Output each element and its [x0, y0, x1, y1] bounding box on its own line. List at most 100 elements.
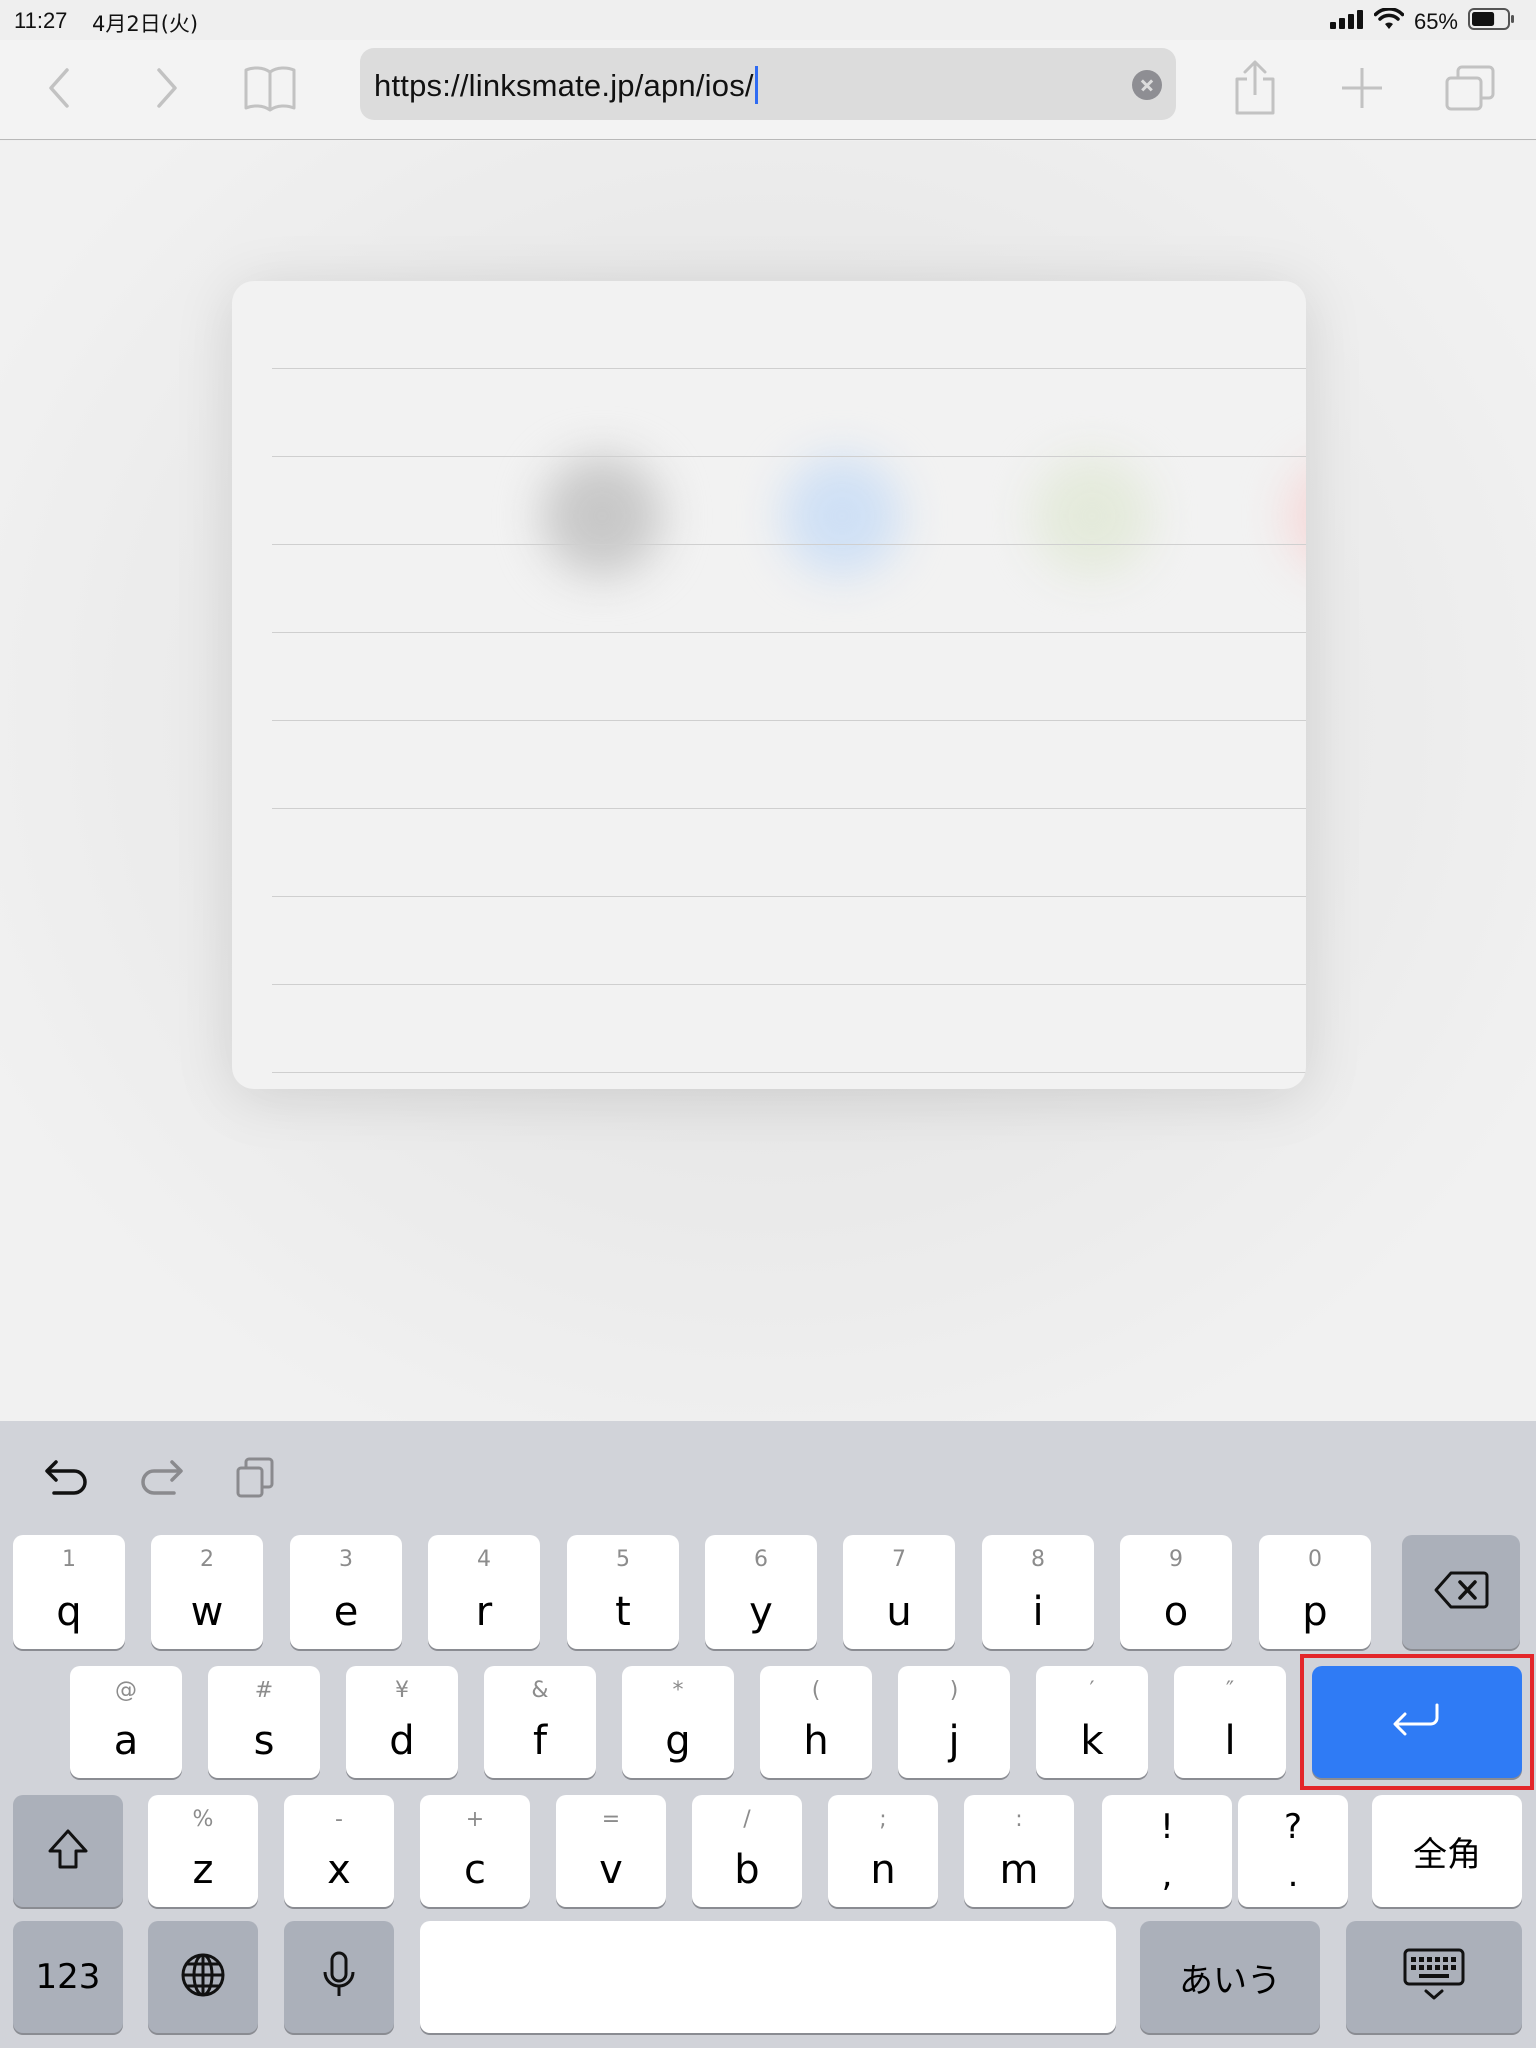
tabs-icon[interactable] [1440, 58, 1500, 118]
letter-key-z[interactable]: % z [148, 1795, 258, 1907]
key-alt-label: / [743, 1807, 751, 1832]
clear-text-icon[interactable] [1132, 70, 1162, 100]
letter-key-f[interactable]: & f [484, 1666, 596, 1778]
fullwidth-key[interactable]: 全角 [1372, 1795, 1522, 1907]
punctuation-key-question[interactable]: ? . [1238, 1795, 1348, 1907]
list-divider [272, 544, 1306, 545]
key-letter-label: t [615, 1589, 631, 1635]
key-alt-label: 7 [892, 1547, 906, 1572]
list-divider [272, 1072, 1306, 1073]
letter-key-q[interactable]: 1q [13, 1535, 125, 1649]
key-letter-label: f [532, 1718, 548, 1764]
key-bottom-label: , [1161, 1855, 1173, 1895]
letter-key-c[interactable]: + c [420, 1795, 530, 1907]
letter-key-v[interactable]: = v [556, 1795, 666, 1907]
shift-key[interactable] [13, 1795, 123, 1907]
favorite-site-icon[interactable] [782, 456, 902, 576]
kana-label: あいう [1179, 1960, 1281, 2001]
letter-key-m[interactable]: :m [964, 1795, 1074, 1907]
key-letter-label: o [1163, 1589, 1189, 1635]
letter-key-r[interactable]: 4r [428, 1535, 540, 1649]
letter-key-u[interactable]: 7u [843, 1535, 955, 1649]
favorite-site-icon[interactable] [1032, 456, 1152, 576]
globe-key[interactable] [148, 1921, 258, 2033]
key-letter-label: z [192, 1847, 214, 1893]
key-letter-label: d [389, 1718, 415, 1764]
punctuation-key-exclaim[interactable]: ! , [1102, 1795, 1232, 1907]
key-alt-label: # [254, 1678, 274, 1703]
letter-key-t[interactable]: 5t [567, 1535, 679, 1649]
key-letter-label: w [190, 1589, 224, 1635]
fullwidth-label: 全角 [1413, 1834, 1481, 1875]
key-letter-label: y [749, 1589, 773, 1635]
letter-key-s[interactable]: # s [208, 1666, 320, 1778]
globe-icon [179, 1951, 227, 2004]
key-letter-label: u [886, 1589, 912, 1635]
favorite-site-icon[interactable] [542, 456, 662, 576]
letter-key-h[interactable]: (h [760, 1666, 872, 1778]
numbers-key[interactable]: 123 [13, 1921, 123, 2033]
list-divider [272, 808, 1306, 809]
status-bar: 11:27 4月2日(火) 65% [0, 0, 1536, 40]
list-divider [272, 984, 1306, 985]
keyboard-dismiss-key[interactable] [1346, 1921, 1522, 2033]
letter-key-g[interactable]: * g [622, 1666, 734, 1778]
letter-key-b[interactable]: / b [692, 1795, 802, 1907]
key-alt-label: 1 [62, 1547, 76, 1572]
letter-key-o[interactable]: 9o [1120, 1535, 1232, 1649]
favorite-site-icon[interactable] [1287, 456, 1306, 576]
letter-key-x[interactable]: -x [284, 1795, 394, 1907]
browser-toolbar: https://linksmate.jp/apn/ios/ [0, 40, 1536, 140]
chevron-right-icon[interactable] [136, 58, 196, 118]
key-alt-label: 2 [200, 1547, 214, 1572]
plus-icon[interactable] [1332, 58, 1392, 118]
key-alt-label: 3 [339, 1547, 353, 1572]
letter-key-j[interactable]: ) j [898, 1666, 1010, 1778]
book-icon[interactable] [240, 58, 300, 118]
paste-icon[interactable] [228, 1451, 282, 1505]
letter-key-l[interactable]: ″ l [1174, 1666, 1286, 1778]
url-text[interactable]: https://linksmate.jp/apn/ios/ [374, 66, 758, 104]
key-letter-label: x [327, 1847, 351, 1893]
letter-key-n[interactable]: ; n [828, 1795, 938, 1907]
share-icon[interactable] [1225, 58, 1285, 118]
letter-key-w[interactable]: 2w [151, 1535, 263, 1649]
list-divider [272, 632, 1306, 633]
key-alt-label: 4 [477, 1547, 491, 1572]
status-time: 11:27 [14, 8, 68, 33]
key-alt-label: 5 [616, 1547, 630, 1572]
microphone-key[interactable] [284, 1921, 394, 2033]
key-alt-label: * [672, 1678, 684, 1703]
key-alt-label: + [465, 1807, 485, 1832]
favorites-popover [232, 281, 1306, 1089]
list-divider [272, 456, 1306, 457]
letter-key-y[interactable]: 6y [705, 1535, 817, 1649]
letter-key-k[interactable]: ′ k [1036, 1666, 1148, 1778]
kana-key[interactable]: あいう [1140, 1921, 1320, 2033]
letter-key-p[interactable]: 0p [1259, 1535, 1371, 1649]
key-alt-label: - [335, 1807, 343, 1832]
key-letter-label: j [948, 1718, 960, 1764]
key-alt-label: 8 [1031, 1547, 1045, 1572]
space-key[interactable] [420, 1921, 1116, 2033]
letter-key-d[interactable]: ¥ d [346, 1666, 458, 1778]
status-date: 4月2日(火) [92, 12, 199, 36]
key-letter-label: l [1224, 1718, 1236, 1764]
redo-icon[interactable] [134, 1451, 188, 1505]
key-bottom-label: . [1287, 1855, 1299, 1895]
keyboard-dismiss-icon [1402, 1947, 1466, 2008]
letter-key-e[interactable]: 3e [290, 1535, 402, 1649]
undo-icon[interactable] [40, 1451, 94, 1505]
chevron-left-icon[interactable] [30, 58, 90, 118]
key-letter-label: n [870, 1847, 896, 1893]
key-alt-label: & [531, 1678, 549, 1703]
letter-key-a[interactable]: @ a [70, 1666, 182, 1778]
delete-key[interactable] [1402, 1535, 1520, 1649]
key-letter-label: p [1302, 1589, 1328, 1635]
letter-key-i[interactable]: 8i [982, 1535, 1094, 1649]
key-letter-label: a [113, 1718, 139, 1764]
url-field[interactable]: https://linksmate.jp/apn/ios/ [360, 48, 1176, 120]
software-keyboard: ! , ? . 全角 123 あいう 1 q 2 w 3 e 4 r 5 t 6… [0, 1421, 1536, 2048]
favorites-list [272, 281, 1306, 1089]
battery-percent: 65% [1413, 9, 1458, 34]
